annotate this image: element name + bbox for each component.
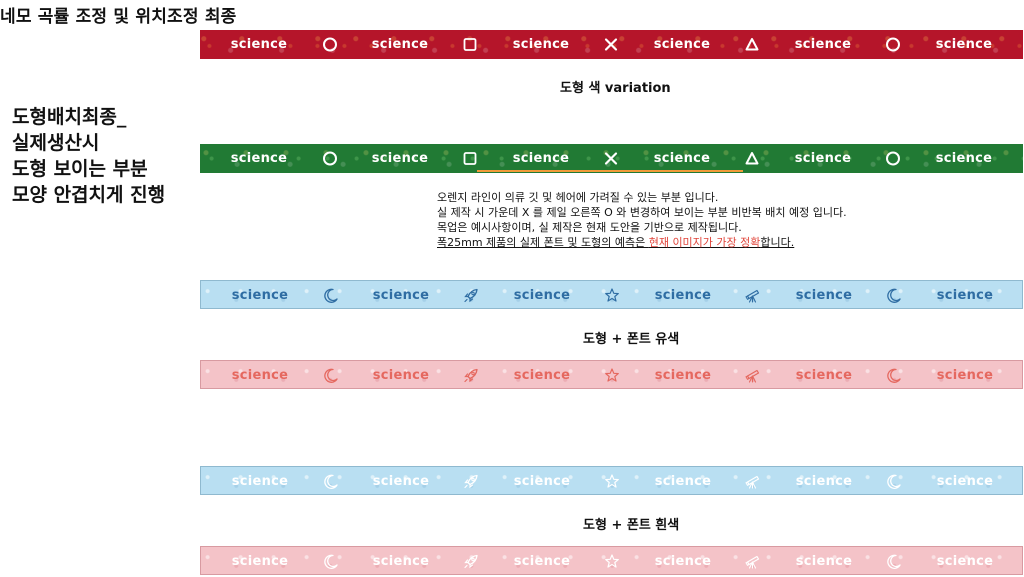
- strap-word: science: [231, 288, 289, 303]
- strap-word: science: [936, 474, 994, 489]
- label-color-variation: 도형 색 variation: [560, 81, 671, 96]
- strap-word: science: [512, 151, 570, 166]
- circle-icon: [322, 150, 339, 167]
- note-text: 합니다.: [760, 236, 795, 249]
- note-highlight: 현재 이미지가 가장 정확: [648, 236, 761, 249]
- triangle-icon: [744, 36, 761, 53]
- strap-word: science: [372, 474, 430, 489]
- telescope-icon: [745, 367, 762, 384]
- strap-word: science: [936, 368, 994, 383]
- notes: 오렌지 라인이 의류 깃 및 헤어에 가려질 수 있는 부분 입니다. 실 제작…: [437, 190, 847, 250]
- moon-icon: [886, 553, 903, 570]
- telescope-icon: [745, 287, 762, 304]
- strap-word: science: [513, 474, 571, 489]
- note-text: 폭25mm 제품의 실제 폰트 및 도형의 예측은: [437, 236, 649, 249]
- side-note-line: 모양 안겹치게 진행: [12, 184, 166, 206]
- strap-word: science: [795, 554, 853, 569]
- moon-icon: [323, 367, 340, 384]
- strap-word: science: [230, 151, 288, 166]
- strap-word: science: [653, 151, 711, 166]
- strap-word: science: [653, 37, 711, 52]
- strap-red-geometric: science science science science science scien…: [200, 30, 1023, 59]
- strap-word: science: [654, 474, 712, 489]
- strap-word: science: [513, 554, 571, 569]
- strap-word: science: [795, 288, 853, 303]
- strap-word: science: [936, 288, 994, 303]
- star-icon: [604, 367, 621, 384]
- strap-word: science: [935, 151, 993, 166]
- moon-icon: [323, 553, 340, 570]
- moon-icon: [323, 287, 340, 304]
- orange-line: [477, 170, 743, 172]
- strap-word: science: [231, 474, 289, 489]
- strap-blue-white: science science science science science scien…: [200, 466, 1023, 495]
- strap-word: science: [935, 37, 993, 52]
- page-title: 네모 곡률 조정 및 위치조정 최종: [0, 7, 237, 27]
- strap-blue-colored: science science science science science scien…: [200, 280, 1023, 309]
- note-line: 실 제작 시 가운데 X 를 제일 오른쪽 O 와 변경하여 보이는 부분 비반…: [437, 206, 847, 219]
- label-shape-font-color: 도형 + 폰트 유색: [583, 332, 680, 347]
- circle-icon: [885, 150, 902, 167]
- telescope-icon: [745, 553, 762, 570]
- rocket-icon: [463, 473, 480, 490]
- x-icon: [603, 36, 620, 53]
- moon-icon: [886, 367, 903, 384]
- strap-pink-colored: science science science science science scien…: [200, 360, 1023, 389]
- moon-icon: [323, 473, 340, 490]
- strap-word: science: [795, 368, 853, 383]
- strap-word: science: [372, 288, 430, 303]
- strap-word: science: [654, 554, 712, 569]
- circle-icon: [885, 36, 902, 53]
- strap-word: science: [513, 288, 571, 303]
- strap-word: science: [794, 37, 852, 52]
- star-icon: [604, 287, 621, 304]
- label-shape-font-white: 도형 + 폰트 흰색: [583, 518, 680, 533]
- strap-word: science: [371, 37, 429, 52]
- square-icon: [462, 150, 479, 167]
- side-note-line: 도형배치최종_: [12, 106, 127, 128]
- moon-icon: [886, 473, 903, 490]
- strap-word: science: [372, 368, 430, 383]
- telescope-icon: [745, 473, 762, 490]
- rocket-icon: [463, 553, 480, 570]
- square-icon: [462, 36, 479, 53]
- note-line: 오렌지 라인이 의류 깃 및 헤어에 가려질 수 있는 부분 입니다.: [437, 191, 719, 204]
- strap-word: science: [512, 37, 570, 52]
- rocket-icon: [463, 287, 480, 304]
- strap-word: science: [231, 368, 289, 383]
- strap-word: science: [654, 368, 712, 383]
- strap-word: science: [654, 288, 712, 303]
- strap-word: science: [513, 368, 571, 383]
- triangle-icon: [744, 150, 761, 167]
- moon-icon: [886, 287, 903, 304]
- note-line-emphasis: 폭25mm 제품의 실제 폰트 및 도형의 예측은 현재 이미지가 가장 정확합…: [437, 235, 847, 250]
- strap-word: science: [936, 554, 994, 569]
- rocket-icon: [463, 367, 480, 384]
- strap-word: science: [371, 151, 429, 166]
- strap-word: science: [794, 151, 852, 166]
- side-note-line: 실제생산시: [12, 132, 100, 154]
- strap-word: science: [795, 474, 853, 489]
- strap-word: science: [231, 554, 289, 569]
- x-icon: [603, 150, 620, 167]
- strap-word: science: [230, 37, 288, 52]
- star-icon: [604, 473, 621, 490]
- strap-pink-white: science science science science science scien…: [200, 546, 1023, 575]
- circle-icon: [322, 36, 339, 53]
- star-icon: [604, 553, 621, 570]
- note-line: 목업은 예시사항이며, 실 제작은 현재 도안을 기반으로 제작됩니다.: [437, 221, 742, 234]
- side-note: 도형배치최종_ 실제생산시 도형 보이는 부분 모양 안겹치게 진행: [12, 104, 165, 208]
- strap-word: science: [372, 554, 430, 569]
- side-note-line: 도형 보이는 부분: [12, 158, 148, 180]
- strap-green-geometric: science science science science science scien…: [200, 144, 1023, 173]
